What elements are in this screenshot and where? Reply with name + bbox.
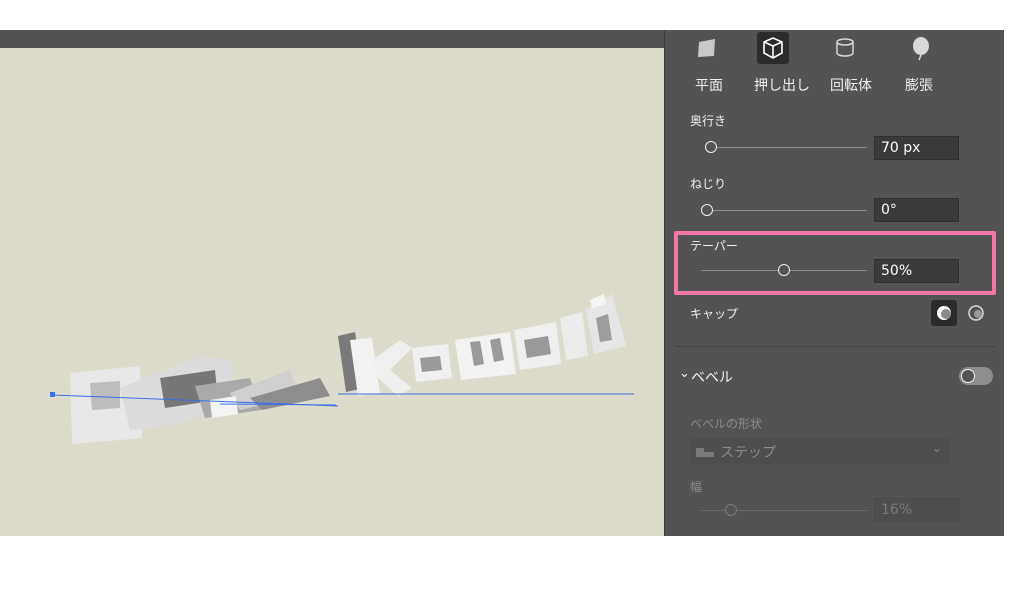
extrude-icon [763,37,783,59]
section-divider [675,346,995,347]
cap-off-button[interactable] [963,300,989,326]
mode-extrude-button[interactable] [757,32,789,64]
plane-icon [698,39,715,57]
extruded-glyphs-left [70,356,330,444]
bevel-toggle-knob [961,369,975,383]
chevron-down-icon[interactable]: ⌄ [679,366,690,381]
revolve-icon [836,38,854,57]
cap-on-icon [937,306,951,320]
taper-highlight-box [674,231,996,295]
cap-off-icon [968,305,984,321]
bevel-width-input[interactable]: 16% [874,498,959,522]
depth-slider-track[interactable] [705,147,867,148]
glyph-k [338,332,412,396]
bevel-shape-label: ベベルの形状 [690,417,763,431]
cap-label: キャップ [690,307,739,321]
glyph-ii [560,294,626,360]
artboard[interactable] [0,48,664,536]
step-shape-icon [696,448,714,457]
depth-input[interactable]: 70 px [874,136,959,160]
depth-slider-knob[interactable] [705,141,717,153]
extruded-artwork [50,294,634,444]
glyph-a [412,344,452,382]
glyph-w [455,332,516,380]
twist-slider-track[interactable] [705,210,867,211]
glyph-a2 [514,322,561,370]
bevel-width-label: 幅 [690,480,703,494]
twist-slider-knob[interactable] [701,204,713,216]
mode-revolve-label: 回転体 [830,78,872,94]
twist-input[interactable]: 0° [874,198,959,222]
bevel-shape-dropdown[interactable]: ステップ ⌄ [690,438,950,464]
toolbar-strip [0,30,664,48]
depth-label: 奥行き [690,114,727,128]
mode-extrude-label: 押し出し [754,78,810,94]
bevel-toggle[interactable] [959,367,993,385]
bevel-width-slider-knob[interactable] [725,504,737,516]
mode-inflate-label: 膨張 [905,78,933,94]
inflate-icon [913,37,929,60]
bevel-shape-value: ステップ [720,445,776,461]
anchor-point [50,392,55,397]
dropdown-chevron-icon: ⌄ [931,441,942,455]
twist-label: ねじり [690,177,727,191]
mode-plane-button[interactable] [691,32,723,64]
bevel-title: ベベル [691,370,733,386]
mode-plane-label: 平面 [695,78,723,94]
mode-revolve-button[interactable] [829,32,861,64]
mode-inflate-button[interactable] [905,32,937,64]
cap-on-button[interactable] [931,300,957,326]
